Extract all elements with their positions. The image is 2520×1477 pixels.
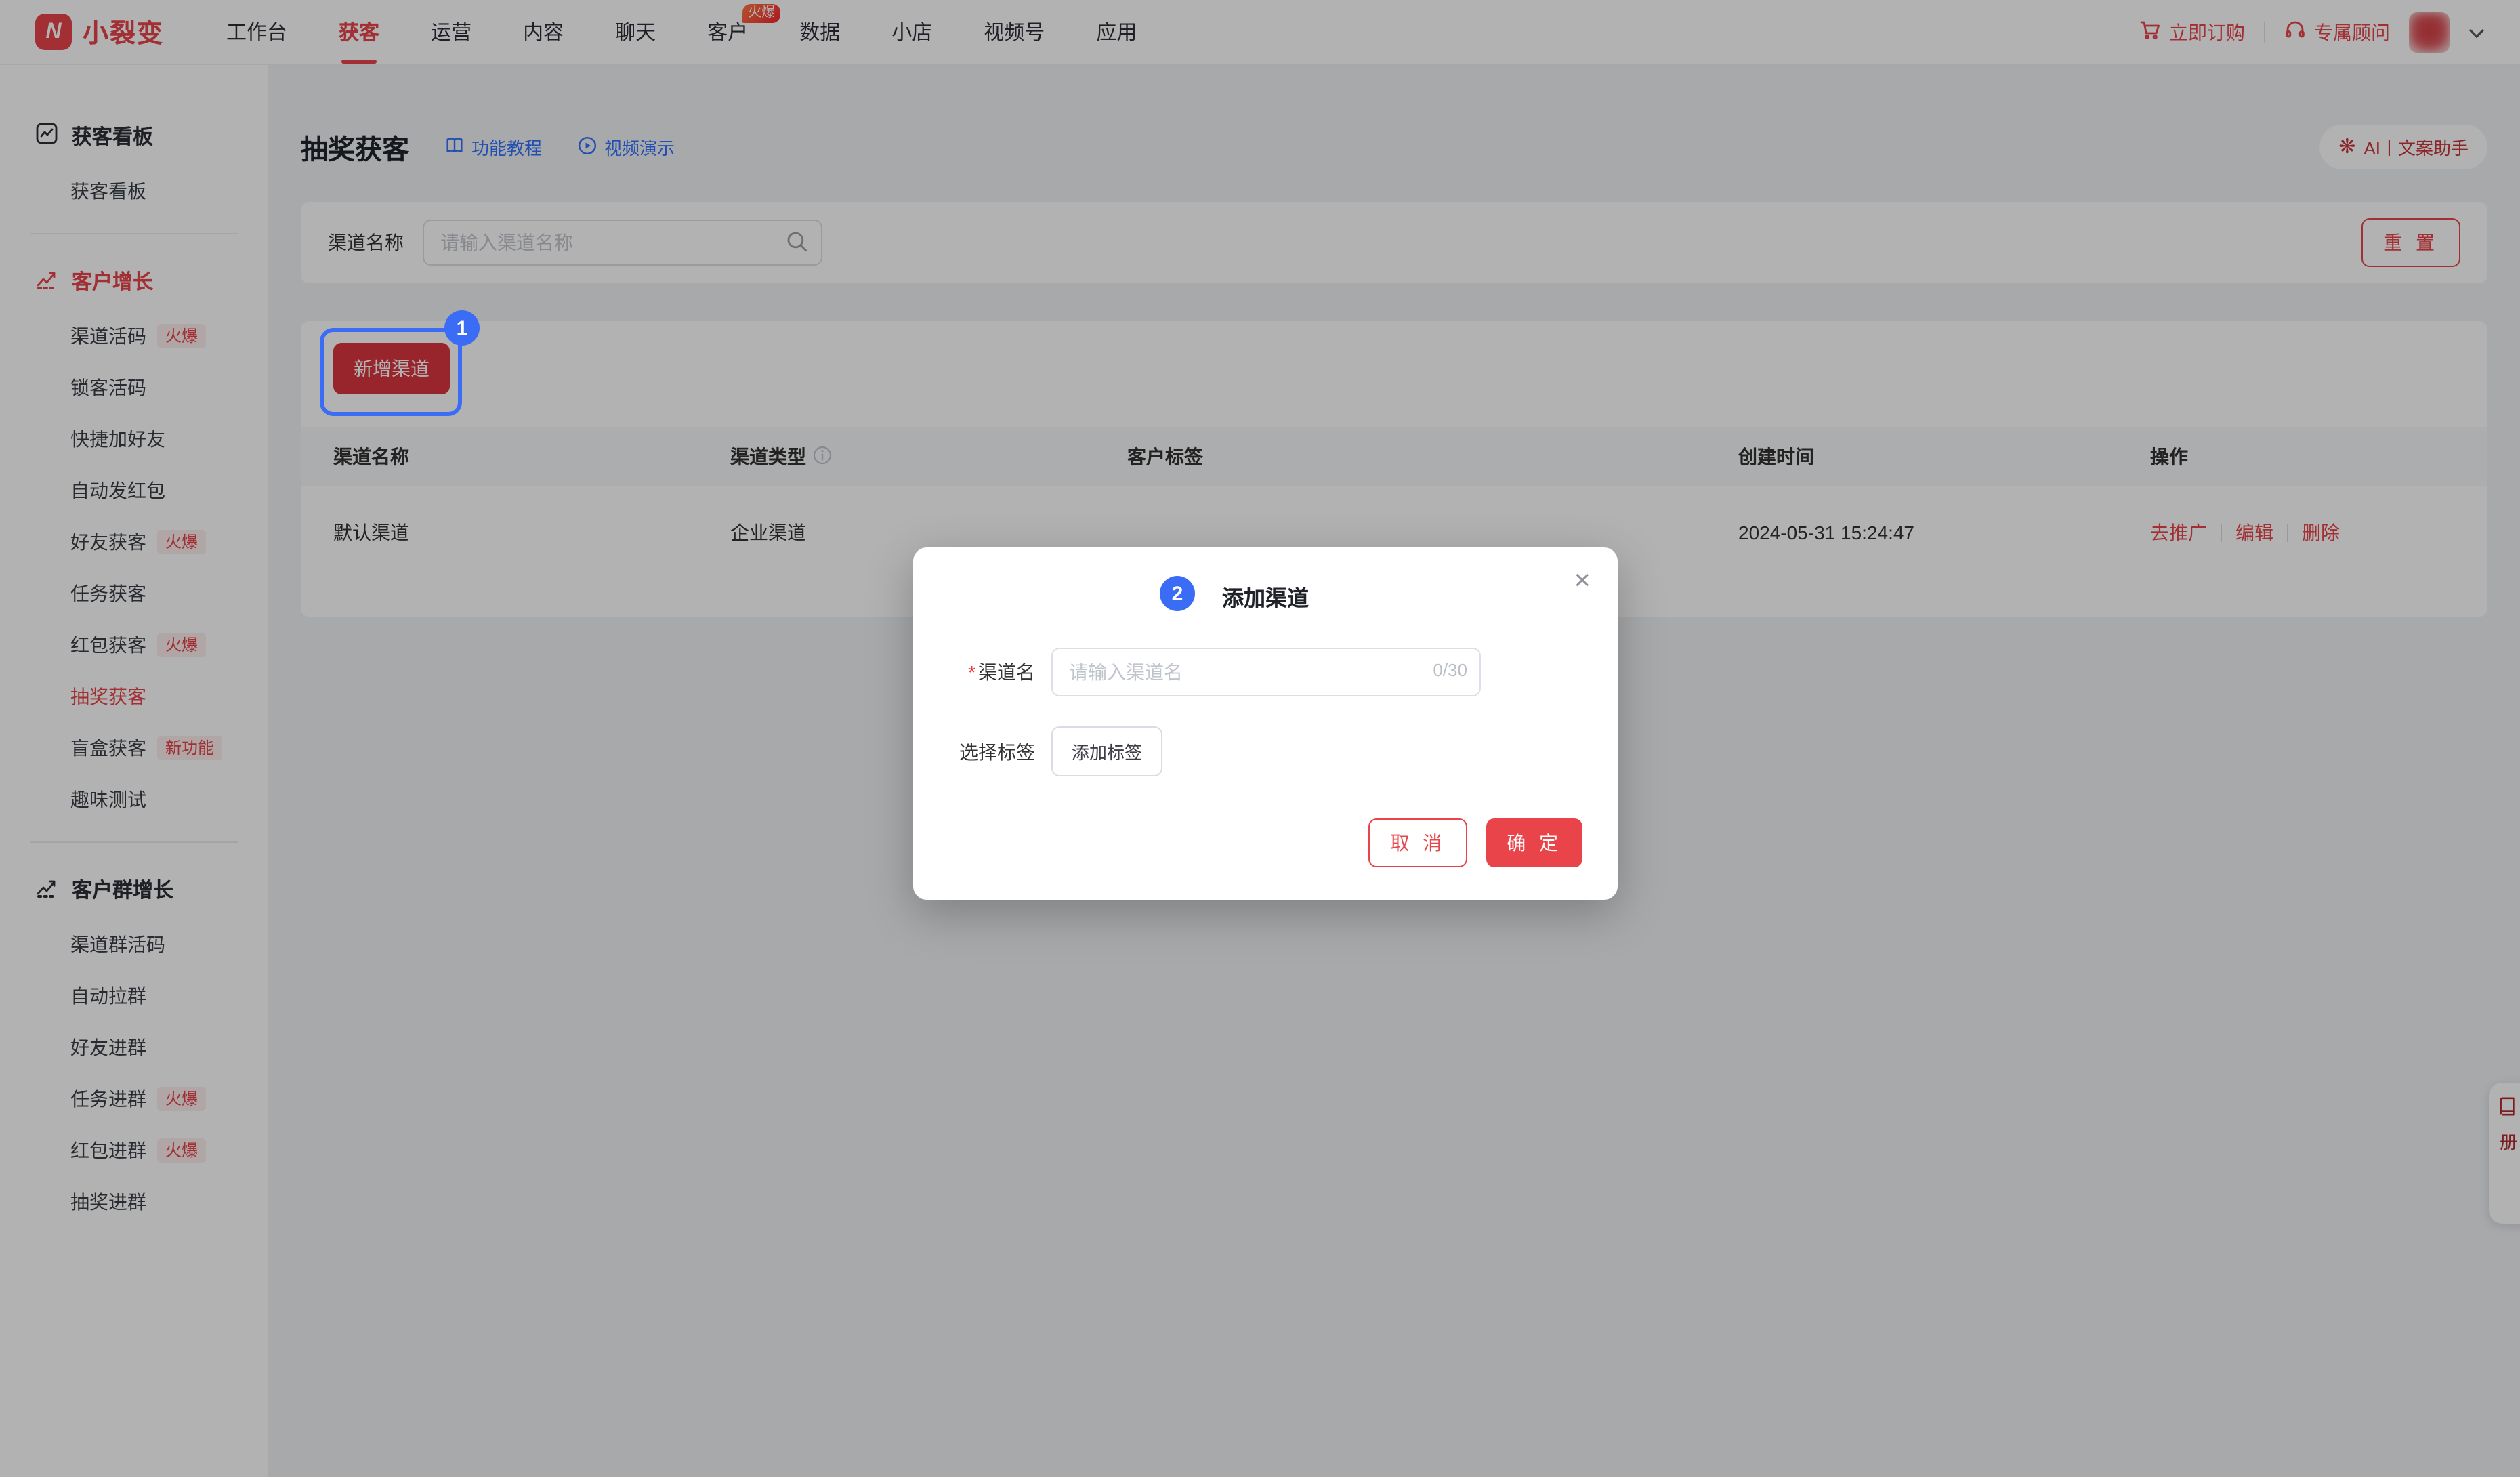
channel-name-field-label: *渠道名 [913,659,1035,686]
cancel-button[interactable]: 取 消 [1368,818,1467,867]
channel-name-field-row: *渠道名 0/30 [913,648,1618,696]
tag-field-row: 选择标签 添加标签 [913,726,1618,776]
tag-field-label: 选择标签 [913,738,1035,765]
modal-title: 添加渠道 [913,580,1618,612]
channel-name-input[interactable] [1051,648,1481,696]
channel-name-input-wrap: 0/30 [1051,648,1481,696]
add-channel-modal: 2 添加渠道 × *渠道名 0/30 选择标签 添加标签 取 消 确 定 [913,547,1618,900]
app-stage: N 小裂变 工作台 获客 运营 内容 聊天 客户 火爆 数据 小店 视频号 应用 [0,0,2520,1477]
close-icon[interactable]: × [1574,566,1591,595]
required-mark: * [968,661,975,683]
annotation-step-2-badge: 2 [1160,576,1195,611]
annotation-step-1-badge: 1 [444,310,480,346]
confirm-button[interactable]: 确 定 [1486,818,1582,867]
add-tag-button[interactable]: 添加标签 [1051,726,1162,776]
char-counter: 0/30 [1433,660,1467,680]
modal-footer: 取 消 确 定 [1368,818,1582,867]
